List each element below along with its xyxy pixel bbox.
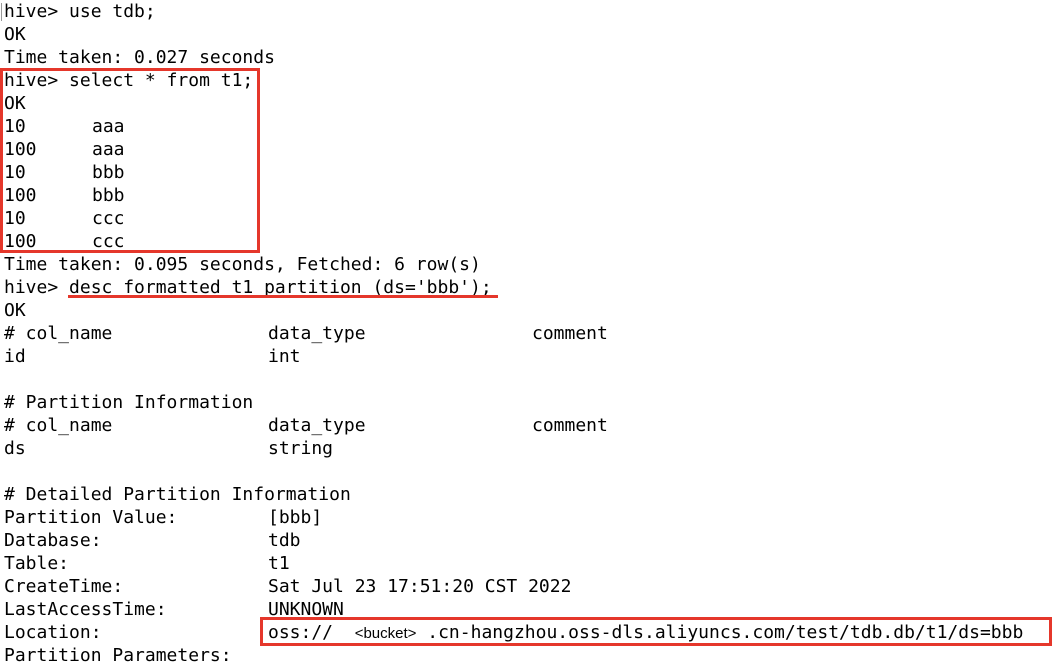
detail-key: Partition Value: [4, 507, 178, 528]
detail-row: Database: tdb [4, 529, 1060, 552]
detail-row: Table: t1 [4, 552, 1060, 575]
column-row: id int [4, 345, 1060, 368]
header-cell: data_type [268, 415, 366, 436]
column-header-row: # col_name data_type comment [4, 322, 1060, 345]
header-cell: data_type [268, 323, 366, 344]
use-command: use tdb; [69, 1, 156, 22]
terminal-line-partial: Partition Parameters: [4, 645, 232, 666]
detail-row: CreateTime: Sat Jul 23 17:51:20 CST 2022 [4, 575, 1060, 598]
terminal-line: OK [4, 300, 26, 321]
column-cell: string [268, 438, 334, 459]
prompt: hive> [4, 277, 70, 298]
detail-key: Location: [4, 622, 102, 643]
detail-value: t1 [268, 553, 290, 574]
header-cell: comment [532, 415, 608, 436]
column-row: ds string [4, 437, 1060, 460]
cursor-marker [1, 3, 2, 21]
desc-command-underline [68, 295, 498, 298]
detail-row: Partition Value: [bbb] [4, 506, 1060, 529]
header-cell: # col_name [4, 415, 113, 436]
detail-key: Database: [4, 530, 102, 551]
section-title: # Partition Information [4, 392, 254, 413]
terminal-line: Time taken: 0.095 seconds, Fetched: 6 ro… [4, 254, 481, 275]
header-cell: # col_name [4, 323, 113, 344]
detail-key: Table: [4, 553, 70, 574]
section-title: # Detailed Partition Information [4, 484, 351, 505]
terminal-line: Time taken: 0.027 seconds [4, 47, 275, 68]
detail-value: Sat Jul 23 17:51:20 CST 2022 [268, 576, 572, 597]
location-highlight [260, 617, 1052, 646]
column-cell: ds [4, 438, 26, 459]
detail-key: CreateTime: [4, 576, 124, 597]
terminal-line: OK [4, 24, 26, 45]
select-result-highlight [0, 68, 260, 253]
header-cell: comment [532, 323, 608, 344]
column-header-row: # col_name data_type comment [4, 414, 1060, 437]
prompt: hive> [4, 1, 70, 22]
detail-value: tdb [268, 530, 301, 551]
detail-key: LastAccessTime: [4, 599, 167, 620]
column-cell: int [268, 346, 301, 367]
terminal-line: hive> use tdb; [1, 0, 1060, 23]
detail-value: [bbb] [268, 507, 323, 528]
column-cell: id [4, 346, 26, 367]
